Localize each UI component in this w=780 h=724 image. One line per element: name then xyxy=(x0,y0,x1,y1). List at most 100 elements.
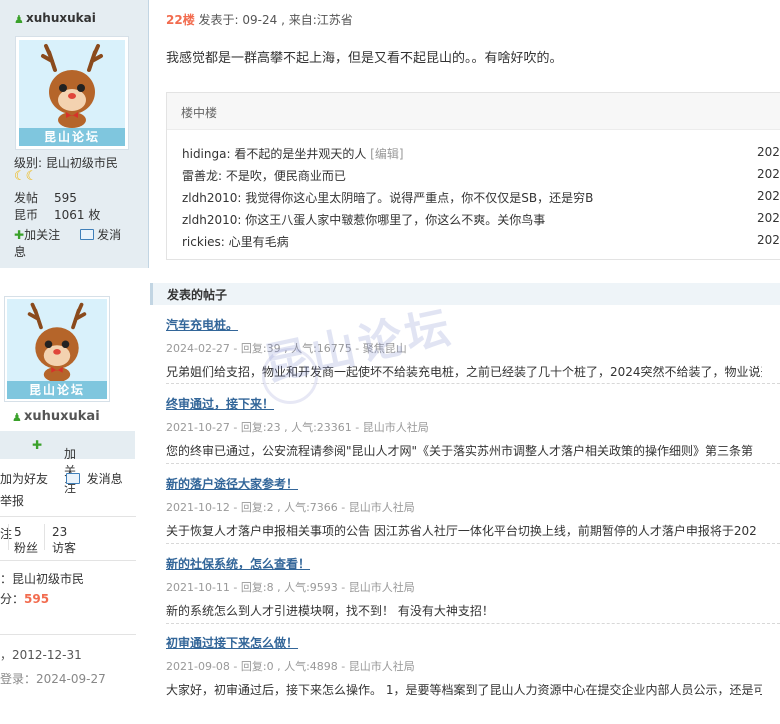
stat-value: 1061 枚 xyxy=(54,208,101,222)
nested-replies-box: 楼中楼 hidinga: 看不起的是坐井观天的人 [编辑] 2024 雷善龙: … xyxy=(166,92,780,260)
divider xyxy=(166,463,780,464)
credit-value: 595 xyxy=(24,592,50,606)
divider xyxy=(166,543,780,544)
topic-meta: 2021-09-08 - 回复:0 , 人气:4898 - 昆山市人社局 xyxy=(166,660,415,673)
stat-label: 发帖 xyxy=(14,191,39,205)
watermark-seal-icon xyxy=(262,348,318,404)
avatar-caption: 昆山论坛 xyxy=(19,128,125,146)
divider xyxy=(0,560,136,561)
profile-avatar[interactable]: 昆山论坛 xyxy=(4,296,110,402)
stat-value[interactable]: 595 xyxy=(54,191,77,205)
author-avatar[interactable]: 昆山论坛 xyxy=(15,36,129,150)
nested-reply: 雷善龙: 不是吹，便民商业而已 xyxy=(182,167,346,184)
divider xyxy=(0,634,136,635)
topic-item: 新的社保系统，怎么查看！ 2021-10-11 - 回复:8 , 人气:9593… xyxy=(166,555,766,619)
reply-text: zldh2010: 你这王八蛋人家中皲惹你哪里了，你这么不爽。关你鸟事 xyxy=(182,213,546,227)
topic-meta: 2021-10-12 - 回复:2 , 人气:7366 - 昆山市人社局 xyxy=(166,501,415,514)
reply-date: 2024 xyxy=(757,211,780,225)
nested-reply: zldh2010: 你这王八蛋人家中皲惹你哪里了，你这么不爽。关你鸟事 xyxy=(182,211,545,228)
profile-actions: 加为好友 发消息 xyxy=(0,470,123,487)
stat-coins: 昆币 1061 枚 xyxy=(14,206,100,223)
user-topics-panel: 发表的帖子 汽车充电桩。 2024-02-27 - 回复:39 , 人气:167… xyxy=(150,283,780,724)
topics-header: 发表的帖子 xyxy=(150,283,780,305)
level-moon-icons: ☾☾ xyxy=(14,169,38,184)
topic-excerpt: 您的终审已通过，公安流程请参阅"昆山人才网"《关于落实苏州市调整人才落户相关政策… xyxy=(166,444,754,458)
topic-meta: 2021-10-27 - 回复:23 , 人气:23361 - 昆山市人社局 xyxy=(166,421,429,434)
stat-visitors[interactable]: 23 访客 xyxy=(52,525,76,556)
author-actions: ✚加关注 发消息 xyxy=(14,226,148,260)
profile-name: xuhuxukai xyxy=(24,409,100,424)
divider xyxy=(8,524,9,550)
topic-excerpt: 新的系统怎么到人才引进模块啊，找不到！ 有没有大神支招！ xyxy=(166,604,494,618)
profile-credit: 分：595 xyxy=(0,590,49,607)
topic-meta: 2024-02-27 - 回复:39 , 人气:16775 - 聚焦昆山 xyxy=(166,342,407,355)
follow-button[interactable]: ✚加关注 xyxy=(14,228,70,242)
follow-label: 加关注 xyxy=(24,228,61,242)
stat-number: 23 xyxy=(52,525,68,539)
plus-icon: ✚ xyxy=(32,438,43,452)
divider xyxy=(166,383,780,384)
avatar-caption: 昆山论坛 xyxy=(7,381,107,399)
reply-text: 雷善龙: 不是吹，便民商业而已 xyxy=(182,169,346,183)
profile-follow-button[interactable]: ✚ 加关注 xyxy=(0,431,135,495)
report-button[interactable]: 举报 xyxy=(0,492,24,509)
stat-label: 粉丝 xyxy=(14,541,39,555)
divider xyxy=(0,516,136,517)
reply-text: zldh2010: 我觉得你这心里太阴暗了。说得严重点，你不仅仅是SB，还是穷B xyxy=(182,191,594,205)
post-time: 发表于: 09-24 , 来自:江苏省 xyxy=(198,13,353,27)
reply-text: rickies: 心里有毛病 xyxy=(182,235,289,249)
send-message-button[interactable]: 发消息 xyxy=(65,472,123,486)
post-content: 我感觉都是一群高攀不起上海，但是又看不起昆山的。。有啥好吹的。 xyxy=(166,51,563,66)
topic-meta: 2021-10-11 - 回复:8 , 人气:9593 - 昆山市人社局 xyxy=(166,581,415,594)
user-online-icon: ♟ xyxy=(14,13,24,26)
stat-label: 访客 xyxy=(52,541,77,555)
topics-header-title: 发表的帖子 xyxy=(167,288,228,302)
stat-label: 昆币 xyxy=(14,208,39,222)
topic-item: 新的落户途径大家参考！ 2021-10-12 - 回复:2 , 人气:7366 … xyxy=(166,475,766,539)
reindeer-avatar-image: 昆山论坛 xyxy=(19,40,125,146)
divider xyxy=(44,524,45,550)
add-friend-button[interactable]: 加为好友 xyxy=(0,472,48,486)
reply-date: 2024 xyxy=(757,145,780,159)
send-message-label: 发消息 xyxy=(86,472,123,486)
reindeer-avatar-image: 昆山论坛 xyxy=(7,299,107,399)
topic-title-link[interactable]: 汽车充电桩。 xyxy=(166,316,766,333)
topic-item: 终审通过，接下来！ 2021-10-27 - 回复:23 , 人气:23361 … xyxy=(166,395,766,459)
profile-sidebar: 昆山论坛 ♟ xuhuxukai ✚ 加关注 加为好友 发消息 举报 注 5 粉丝… xyxy=(0,280,136,724)
last-login: 登录：2024-09-27 xyxy=(0,672,106,686)
topic-excerpt: 关于恢复人才落户申报相关事项的公告 因江苏省人社厅一体化平台切换上线，前期暂停的… xyxy=(166,524,757,538)
topic-title-link[interactable]: 新的落户途径大家参考！ xyxy=(166,475,766,492)
reply-date: 2024 xyxy=(757,167,780,181)
stat-follow[interactable]: 注 xyxy=(0,525,12,542)
topic-title-link[interactable]: 终审通过，接下来！ xyxy=(166,395,766,412)
profile-level: ：昆山初级市民 xyxy=(0,572,85,586)
profile-name-row: ♟ xuhuxukai xyxy=(12,409,100,424)
envelope-icon xyxy=(80,229,95,240)
reply-text: hidinga: 看不起的是坐井观天的人 xyxy=(182,147,367,161)
author-name[interactable]: xuhuxukai xyxy=(26,11,96,25)
post-author-sidebar: ♟ xuhuxukai 昆山论坛 级别: 昆山初级市民 ☾☾ 发帖 595 昆币 10… xyxy=(0,0,149,268)
register-date: ，2012-12-31 xyxy=(0,648,82,662)
topic-title-link[interactable]: 新的社保系统，怎么查看！ xyxy=(166,555,766,572)
nested-reply: hidinga: 看不起的是坐井观天的人 [编辑] xyxy=(182,145,404,162)
reply-date: 2024 xyxy=(757,189,780,203)
plus-icon: ✚ xyxy=(14,228,25,242)
stat-label: 注 xyxy=(0,527,13,541)
stat-posts: 发帖 595 xyxy=(14,189,77,206)
topic-item: 汽车充电桩。 2024-02-27 - 回复:39 , 人气:16775 - 聚… xyxy=(166,316,766,380)
post-meta: 22楼 发表于: 09-24 , 来自:江苏省 xyxy=(166,11,353,28)
stat-fans[interactable]: 5 粉丝 xyxy=(14,525,38,556)
topic-excerpt: 兄弟姐们给支招，物业和开发商一起使坏不给装充电桩，之前已经装了几十个桩了，202… xyxy=(166,365,762,379)
envelope-icon xyxy=(65,473,80,484)
divider xyxy=(166,623,780,624)
credit-label: 分： xyxy=(0,592,25,606)
topic-title-link[interactable]: 初审通过接下来怎么做！ xyxy=(166,634,766,651)
topic-item: 初审通过接下来怎么做！ 2021-09-08 - 回复:0 , 人气:4898 … xyxy=(166,634,766,698)
floor-number[interactable]: 22楼 xyxy=(166,13,195,27)
nested-replies-header: 楼中楼 xyxy=(167,93,780,130)
author-name-row[interactable]: ♟ xuhuxukai xyxy=(14,11,96,26)
nested-reply: zldh2010: 我觉得你这心里太阴暗了。说得严重点，你不仅仅是SB，还是穷B xyxy=(182,189,593,206)
edit-link[interactable]: [编辑] xyxy=(370,147,403,161)
reply-date: 2024 xyxy=(757,233,780,247)
user-online-icon: ♟ xyxy=(12,411,22,424)
